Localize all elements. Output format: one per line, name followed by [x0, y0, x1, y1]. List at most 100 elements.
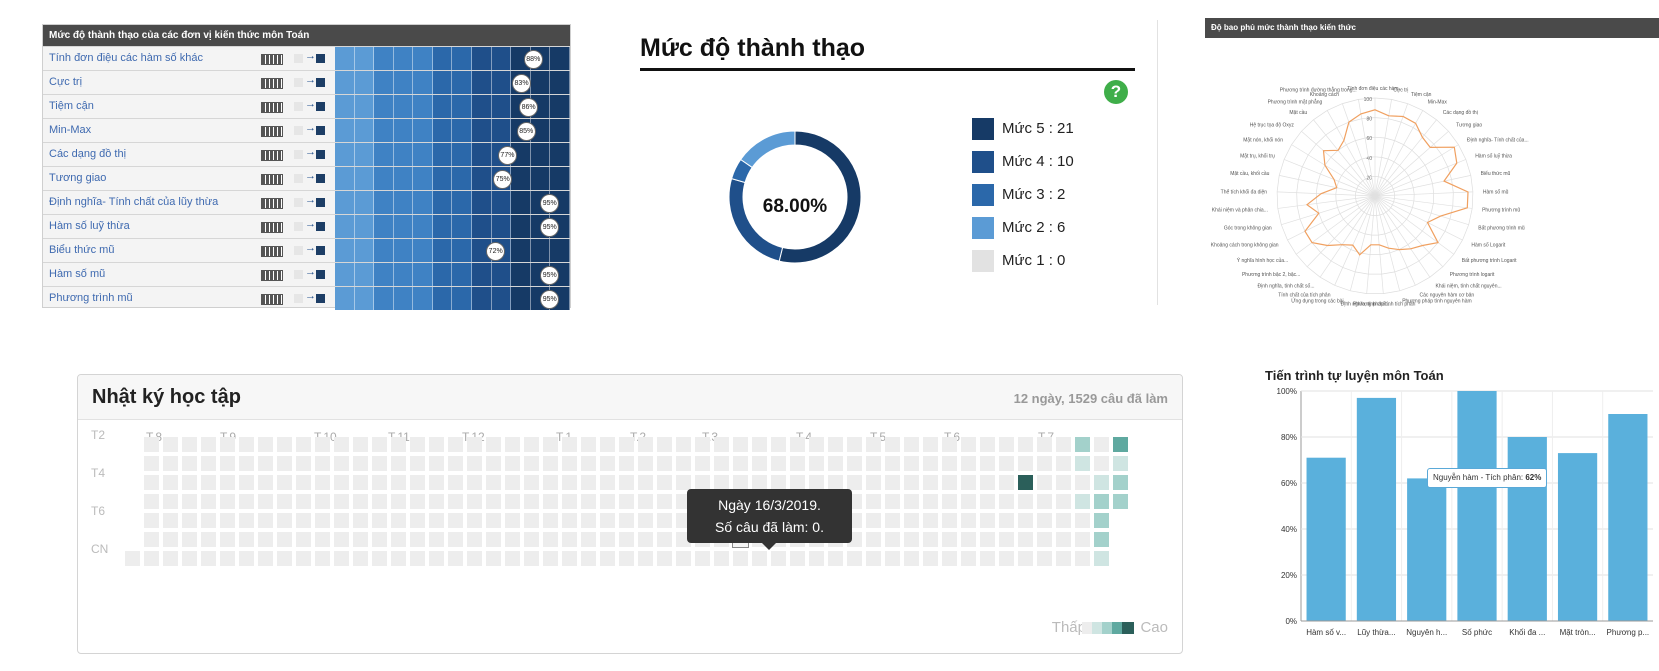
- heatmap-day-cell[interactable]: [600, 475, 615, 490]
- proficiency-row[interactable]: Min-Max → 85%: [43, 118, 570, 142]
- heatmap-day-cell[interactable]: [353, 532, 368, 547]
- heatmap-day-cell[interactable]: [277, 494, 292, 509]
- heatmap-day-cell[interactable]: [885, 494, 900, 509]
- heatmap-day-cell[interactable]: [505, 551, 520, 566]
- heatmap-day-cell[interactable]: [448, 456, 463, 471]
- heatmap-day-cell[interactable]: [923, 532, 938, 547]
- heatmap-day-cell[interactable]: [182, 456, 197, 471]
- heatmap-day-cell[interactable]: [999, 475, 1014, 490]
- heatmap-day-cell[interactable]: [771, 475, 786, 490]
- heatmap-day-cell[interactable]: [1056, 437, 1071, 452]
- heatmap-day-cell[interactable]: [315, 551, 330, 566]
- heatmap-day-cell[interactable]: [239, 494, 254, 509]
- heatmap-day-cell[interactable]: [1094, 532, 1109, 547]
- heatmap-day-cell[interactable]: [809, 437, 824, 452]
- heatmap-day-cell[interactable]: [847, 437, 862, 452]
- heatmap-day-cell[interactable]: [619, 513, 634, 528]
- heatmap-day-cell[interactable]: [182, 551, 197, 566]
- heatmap-day-cell[interactable]: [600, 456, 615, 471]
- heatmap-day-cell[interactable]: [904, 513, 919, 528]
- heatmap-day-cell[interactable]: [980, 532, 995, 547]
- heatmap-day-cell[interactable]: [1113, 437, 1128, 452]
- heatmap-day-cell[interactable]: [201, 494, 216, 509]
- heatmap-day-cell[interactable]: [676, 456, 691, 471]
- heatmap-day-cell[interactable]: [524, 437, 539, 452]
- heatmap-day-cell[interactable]: [923, 551, 938, 566]
- heatmap-day-cell[interactable]: [638, 494, 653, 509]
- question-circle-icon[interactable]: ?: [1104, 80, 1128, 104]
- heatmap-day-cell[interactable]: [619, 475, 634, 490]
- heatmap-day-cell[interactable]: [1037, 475, 1052, 490]
- heatmap-day-cell[interactable]: [809, 475, 824, 490]
- heatmap-day-cell[interactable]: [182, 494, 197, 509]
- heatmap-day-cell[interactable]: [182, 532, 197, 547]
- heatmap-day-cell[interactable]: [429, 475, 444, 490]
- heatmap-day-cell[interactable]: [866, 532, 881, 547]
- heatmap-day-cell[interactable]: [847, 456, 862, 471]
- heatmap-day-cell[interactable]: [847, 475, 862, 490]
- heatmap-day-cell[interactable]: [543, 456, 558, 471]
- heatmap-day-cell[interactable]: [942, 475, 957, 490]
- heatmap-day-cell[interactable]: [505, 456, 520, 471]
- heatmap-day-cell[interactable]: [961, 494, 976, 509]
- heatmap-day-cell[interactable]: [144, 437, 159, 452]
- proficiency-row[interactable]: Phương trình mũ → 95%: [43, 286, 570, 310]
- heatmap-day-cell[interactable]: [144, 532, 159, 547]
- heatmap-day-cell[interactable]: [942, 513, 957, 528]
- heatmap-day-cell[interactable]: [163, 494, 178, 509]
- proficiency-row[interactable]: Định nghĩa- Tính chất của lũy thừa → 95%: [43, 190, 570, 214]
- heatmap-day-cell[interactable]: [163, 532, 178, 547]
- heatmap-day-cell[interactable]: [163, 437, 178, 452]
- heatmap-day-cell[interactable]: [486, 494, 501, 509]
- heatmap-day-cell[interactable]: [638, 437, 653, 452]
- heatmap-day-cell[interactable]: [809, 551, 824, 566]
- bar[interactable]: [1608, 414, 1648, 621]
- heatmap-day-cell[interactable]: [619, 456, 634, 471]
- heatmap-day-cell[interactable]: [885, 532, 900, 547]
- heatmap-day-cell[interactable]: [315, 437, 330, 452]
- heatmap-day-cell[interactable]: [676, 475, 691, 490]
- heatmap-day-cell[interactable]: [657, 494, 672, 509]
- heatmap-day-cell[interactable]: [1056, 532, 1071, 547]
- heatmap-day-cell[interactable]: [942, 494, 957, 509]
- heatmap-day-cell[interactable]: [923, 437, 938, 452]
- heatmap-day-cell[interactable]: [201, 437, 216, 452]
- bar[interactable]: [1407, 478, 1447, 621]
- heatmap-day-cell[interactable]: [714, 456, 729, 471]
- heatmap-day-cell[interactable]: [410, 551, 425, 566]
- proficiency-row[interactable]: Hàm số luỹ thừa → 95%: [43, 214, 570, 238]
- proficiency-row[interactable]: Cực trị → 83%: [43, 70, 570, 94]
- heatmap-day-cell[interactable]: [543, 494, 558, 509]
- heatmap-day-cell[interactable]: [733, 475, 748, 490]
- proficiency-row[interactable]: Các dạng đồ thị → 77%: [43, 142, 570, 166]
- heatmap-day-cell[interactable]: [847, 551, 862, 566]
- heatmap-day-cell[interactable]: [657, 456, 672, 471]
- heatmap-day-cell[interactable]: [790, 437, 805, 452]
- heatmap-day-cell[interactable]: [619, 551, 634, 566]
- heatmap-day-cell[interactable]: [866, 437, 881, 452]
- heatmap-day-cell[interactable]: [961, 551, 976, 566]
- heatmap-day-cell[interactable]: [505, 475, 520, 490]
- heatmap-day-cell[interactable]: [410, 494, 425, 509]
- heatmap-day-cell[interactable]: [334, 475, 349, 490]
- heatmap-day-cell[interactable]: [866, 513, 881, 528]
- heatmap-day-cell[interactable]: [543, 513, 558, 528]
- heatmap-day-cell[interactable]: [315, 513, 330, 528]
- heatmap-day-cell[interactable]: [980, 494, 995, 509]
- heatmap-day-cell[interactable]: [600, 437, 615, 452]
- heatmap-day-cell[interactable]: [524, 456, 539, 471]
- heatmap-day-cell[interactable]: [467, 551, 482, 566]
- heatmap-day-cell[interactable]: [353, 494, 368, 509]
- heatmap-day-cell[interactable]: [619, 494, 634, 509]
- heatmap-day-cell[interactable]: [448, 494, 463, 509]
- heatmap-day-cell[interactable]: [885, 475, 900, 490]
- heatmap-day-cell[interactable]: [980, 456, 995, 471]
- heatmap-day-cell[interactable]: [942, 437, 957, 452]
- heatmap-day-cell[interactable]: [581, 456, 596, 471]
- heatmap-day-cell[interactable]: [239, 475, 254, 490]
- heatmap-day-cell[interactable]: [486, 551, 501, 566]
- heatmap-day-cell[interactable]: [391, 437, 406, 452]
- heatmap-day-cell[interactable]: [372, 475, 387, 490]
- heatmap-day-cell[interactable]: [505, 513, 520, 528]
- heatmap-day-cell[interactable]: [486, 475, 501, 490]
